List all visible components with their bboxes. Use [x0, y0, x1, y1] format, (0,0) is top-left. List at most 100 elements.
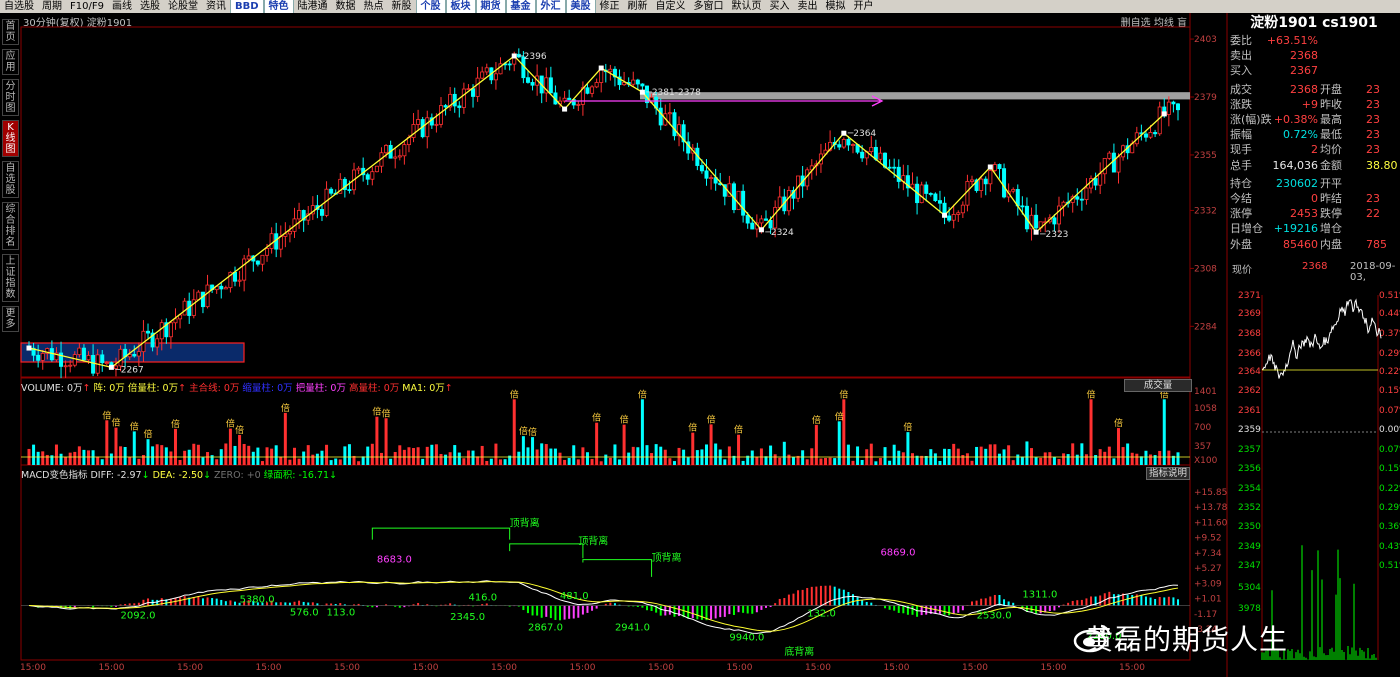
volume-bar-238: [1116, 428, 1120, 465]
candle-body-196: [924, 184, 929, 194]
volume-bar-73: [361, 456, 365, 465]
volume-bar-227: [1066, 454, 1070, 465]
candle-body-42: [219, 285, 224, 290]
candle-body-179: [846, 139, 851, 146]
volume-mark-56: 倍: [281, 402, 290, 414]
candle-body-8: [63, 365, 68, 368]
candle-body-24: [136, 351, 141, 357]
x-tick-13: 15:00: [1041, 663, 1067, 673]
volume-bar-116: [558, 452, 562, 465]
volume-bar-118: [567, 458, 571, 465]
zigzag-label-1: ─2267: [114, 365, 143, 375]
candle-body-12: [81, 347, 86, 361]
volume-bar-232: [1089, 399, 1093, 465]
volume-bar-133: [636, 447, 640, 465]
volume-bar-121: [581, 447, 585, 465]
quote-panel: 淀粉1901 cs1901 委比 +63.51% 卖出 2368 买入 2367 成交 2368…: [1228, 13, 1400, 677]
macd-annotation-11: 2867.0: [528, 623, 563, 634]
volume-bar-123: [590, 458, 594, 465]
candle-body-229: [1075, 196, 1080, 200]
volume-bar-249: [1167, 450, 1171, 465]
volume-bar-164: [778, 457, 782, 465]
macdlegend-part-5: 绿面积: -16.71: [260, 470, 330, 481]
volume-bar-76: [375, 416, 379, 465]
candle-body-225: [1056, 205, 1061, 225]
zigzag-node-11: [1161, 111, 1167, 117]
volume-bar-63: [315, 453, 319, 465]
kline-chart[interactable]: 2403 2379 2355 2332 2308 2284 ─2267 ─2396 ─2381-…: [0, 0, 1400, 677]
candle-body-202: [951, 214, 956, 221]
candle-body-184: [869, 146, 874, 153]
volume-bar-235: [1103, 451, 1107, 465]
candle-body-133: [635, 79, 640, 85]
x-tick-4: 15:00: [334, 663, 360, 673]
macdlegend-part-1: ↓: [141, 470, 150, 481]
candle-body-99: [480, 71, 485, 79]
volume-bar-99: [480, 445, 484, 465]
volume-mark-124: 倍: [592, 412, 601, 424]
candle-body-70: [347, 189, 352, 191]
candle-body-10: [72, 354, 77, 366]
volume-mark-177: 倍: [835, 410, 844, 422]
volume-bar-92: [448, 452, 452, 465]
volume-bar-189: [892, 444, 896, 465]
volume-mark-78: 倍: [382, 407, 391, 419]
candle-body-50: [255, 260, 260, 265]
candle-body-244: [1143, 133, 1148, 138]
candle-body-182: [860, 151, 865, 159]
volume-bar-8: [64, 456, 68, 465]
volume-bar-117: [563, 459, 567, 465]
volume-bar-184: [869, 443, 873, 465]
quote-title: 淀粉1901 cs1901: [1250, 15, 1378, 31]
volume-bar-80: [393, 452, 397, 465]
candle-body-64: [319, 209, 324, 216]
macd-annotation-1: 顶背离: [578, 535, 608, 548]
volume-bar-77: [379, 452, 383, 465]
volume-bar-60: [302, 451, 306, 465]
candle-body-45: [232, 271, 237, 282]
candle-body-230: [1079, 198, 1084, 201]
volume-bar-214: [1007, 445, 1011, 465]
zigzag-node-1: [108, 364, 114, 370]
volume-bar-244: [1144, 450, 1148, 465]
candle-body-114: [548, 77, 553, 94]
quote-row-13: 外盘 85460 内盘 785: [1230, 237, 1387, 251]
volume-bar-251: [1176, 452, 1180, 465]
volume-bar-6: [54, 444, 58, 465]
volume-mark-23: 倍: [130, 420, 139, 432]
volume-bar-13: [87, 450, 91, 465]
candle-body-122: [585, 87, 590, 94]
divergence-box-0: [371, 527, 511, 540]
candle-body-185: [873, 146, 878, 160]
volume-bar-149: [709, 424, 713, 465]
volume-bar-152: [723, 459, 727, 465]
volume-bar-225: [1057, 458, 1061, 465]
volume-selector-button[interactable]: 成交量: [1124, 379, 1192, 392]
volume-bar-39: [206, 452, 210, 465]
volume-bar-150: [714, 443, 718, 465]
volume-bar-46: [238, 434, 242, 465]
candle-body-82: [402, 144, 407, 157]
candle-body-138: [658, 107, 663, 126]
volume-mark-172: 倍: [812, 414, 821, 426]
candle-body-120: [576, 103, 581, 106]
volume-bar-182: [860, 459, 864, 465]
volume-bar-51: [260, 461, 264, 465]
volume-bar-24: [137, 458, 141, 465]
volume-bar-87: [425, 446, 429, 465]
candle-body-203: [956, 212, 961, 215]
volume-mark-238: 倍: [1114, 417, 1123, 429]
volume-bar-31: [169, 451, 173, 465]
price-tick-label-3: 2332: [1194, 206, 1217, 216]
indicator-help-button[interactable]: 指标说明: [1146, 467, 1190, 480]
divergence-box-2: [582, 559, 653, 577]
volume-bar-54: [274, 445, 278, 465]
volume-bar-102: [494, 443, 498, 465]
x-tick-12: 15:00: [962, 663, 988, 673]
volume-tick-2: 700: [1194, 423, 1211, 433]
candle-body-74: [365, 174, 370, 180]
volume-bar-59: [297, 458, 301, 465]
volume-bar-159: [755, 456, 759, 465]
macd-annotation-13: 416.0: [468, 593, 497, 604]
volume-bar-98: [476, 456, 480, 465]
